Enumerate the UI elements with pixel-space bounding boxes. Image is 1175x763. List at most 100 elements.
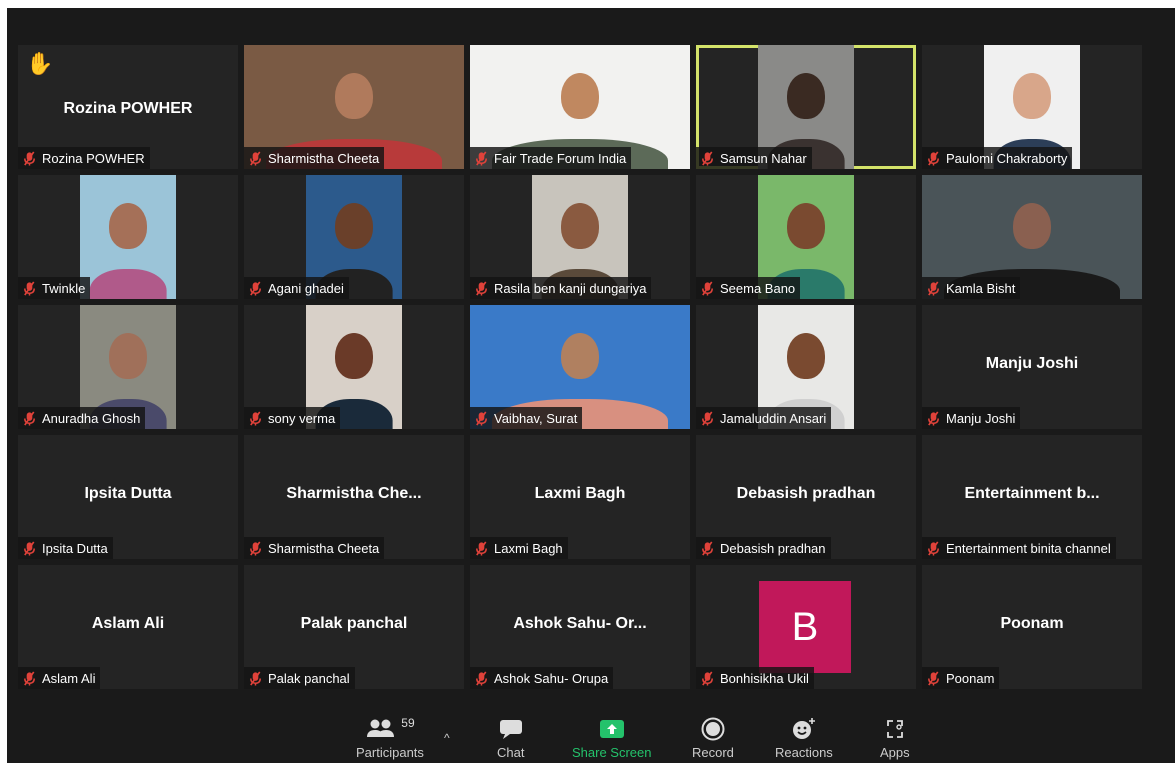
participant-name-label: Vaibhav, Surat [494,410,578,426]
participant-tile[interactable]: Seema Bano [696,175,916,299]
muted-mic-icon [700,150,715,166]
participant-name-label: Poonam [946,670,995,686]
muted-mic-icon [474,670,489,686]
participant-name-label: Manju Joshi [946,410,1016,426]
participants-icon [367,719,395,737]
participant-name-label: Twinkle [42,280,86,296]
participant-name-bar: Aslam Ali [18,667,101,689]
chat-button[interactable]: Chat [497,715,524,760]
participant-tile[interactable]: Sharmistha Cheeta [244,45,464,169]
participant-name-label: Paulomi Chakraborty [946,150,1068,166]
participant-name-label: Bonhisikha Ukil [720,670,809,686]
participant-name-bar: Entertainment binita channel [922,537,1116,559]
participant-name-label: Seema Bano [720,280,796,296]
participant-tile[interactable]: Ashok Sahu- Or... Ashok Sahu- Orupa [470,565,690,689]
participant-tile[interactable]: Twinkle [18,175,238,299]
muted-mic-icon [22,670,37,686]
participant-display-name: Poonam [1000,615,1064,632]
participant-name-bar: Rozina POWHER [18,147,150,169]
reactions-label: Reactions [775,745,833,760]
chat-icon [499,720,522,739]
muted-mic-icon [926,670,941,686]
record-label: Record [692,745,734,760]
participant-name-bar: Ipsita Dutta [18,537,113,559]
participant-name-label: sony verma [268,410,336,426]
participant-name-bar: Sharmistha Cheeta [244,147,385,169]
participant-name-bar: Debasish pradhan [696,537,831,559]
participant-tile[interactable]: Paulomi Chakraborty [922,45,1142,169]
participant-name-bar: Poonam [922,667,1000,689]
participant-tile[interactable]: Laxmi Bagh Laxmi Bagh [470,435,690,559]
participant-tile[interactable]: Entertainment b... Entertainment binita c… [922,435,1142,559]
participants-caret-icon[interactable]: ^ [444,731,450,745]
participant-name-label: Fair Trade Forum India [494,150,627,166]
participant-tile[interactable]: Rozina POWHER ✋ Rozina POWHER [18,45,238,169]
muted-mic-icon [22,540,37,556]
participant-name-label: Kamla Bisht [946,280,1016,296]
muted-mic-icon [474,280,489,296]
participant-video [80,175,176,299]
participant-tile[interactable]: Jamaluddin Ansari [696,305,916,429]
participant-name-label: Jamaluddin Ansari [720,410,827,426]
participant-tile[interactable]: Samsun Nahar [696,45,916,169]
record-button[interactable]: Record [692,715,734,760]
participant-tile[interactable]: Aslam Ali Aslam Ali [18,565,238,689]
participant-tile[interactable]: Agani ghadei [244,175,464,299]
participant-name-bar: Bonhisikha Ukil [696,667,814,689]
share-screen-button[interactable]: Share Screen [572,715,652,760]
participant-name-label: Debasish pradhan [720,540,826,556]
muted-mic-icon [248,410,263,426]
participant-name-bar: Manju Joshi [922,407,1021,429]
participant-name-label: Laxmi Bagh [494,540,563,556]
muted-mic-icon [22,150,37,166]
participant-name-bar: Laxmi Bagh [470,537,568,559]
participant-name-label: Ashok Sahu- Orupa [494,670,609,686]
participant-display-name: Laxmi Bagh [534,485,626,502]
participant-tile[interactable]: Palak panchal Palak panchal [244,565,464,689]
participant-tile[interactable]: Manju Joshi Manju Joshi [922,305,1142,429]
apps-button[interactable]: Apps [880,715,910,760]
muted-mic-icon [700,670,715,686]
muted-mic-icon [926,410,941,426]
participant-tile[interactable]: Vaibhav, Surat [470,305,690,429]
participant-name-label: Rozina POWHER [42,150,145,166]
muted-mic-icon [474,410,489,426]
participant-name-bar: Samsun Nahar [696,147,812,169]
participant-tile[interactable]: Debasish pradhan Debasish pradhan [696,435,916,559]
participant-tile[interactable]: B Bonhisikha Ukil [696,565,916,689]
muted-mic-icon [22,410,37,426]
participant-display-name: Rozina POWHER [63,100,193,117]
muted-mic-icon [700,410,715,426]
participants-button[interactable]: 59 Participants ^ [356,715,450,760]
participant-tile[interactable]: Anuradha Ghosh [18,305,238,429]
participant-name-bar: sony verma [244,407,341,429]
participant-tile[interactable]: Kamla Bisht [922,175,1142,299]
participant-tile[interactable]: Sharmistha Che... Sharmistha Cheeta [244,435,464,559]
participant-tile[interactable]: Ipsita Dutta Ipsita Dutta [18,435,238,559]
muted-mic-icon [474,540,489,556]
participant-display-name: Manju Joshi [985,355,1079,372]
participant-tile[interactable]: sony verma [244,305,464,429]
participant-name-bar: Jamaluddin Ansari [696,407,832,429]
participant-name-label: Rasila ben kanji dungariya [494,280,647,296]
muted-mic-icon [926,280,941,296]
participant-name-label: Palak panchal [268,670,350,686]
participant-display-name: Aslam Ali [91,615,165,632]
participant-name-bar: Seema Bano [696,277,801,299]
participant-tile[interactable]: Poonam Poonam [922,565,1142,689]
muted-mic-icon [248,150,263,166]
participant-tile[interactable]: Fair Trade Forum India [470,45,690,169]
reactions-button[interactable]: Reactions [775,715,833,760]
participant-name-label: Entertainment binita channel [946,540,1111,556]
reactions-icon [792,718,815,739]
participant-display-name: Debasish pradhan [736,485,876,502]
participant-tile[interactable]: Rasila ben kanji dungariya [470,175,690,299]
share-screen-label: Share Screen [572,745,652,760]
avatar: B [759,581,851,673]
apps-label: Apps [880,745,910,760]
participants-count: 59 [401,716,415,730]
share-screen-icon [599,720,624,738]
apps-icon [886,720,903,738]
chat-label: Chat [497,745,525,760]
participant-name-label: Aslam Ali [42,670,96,686]
